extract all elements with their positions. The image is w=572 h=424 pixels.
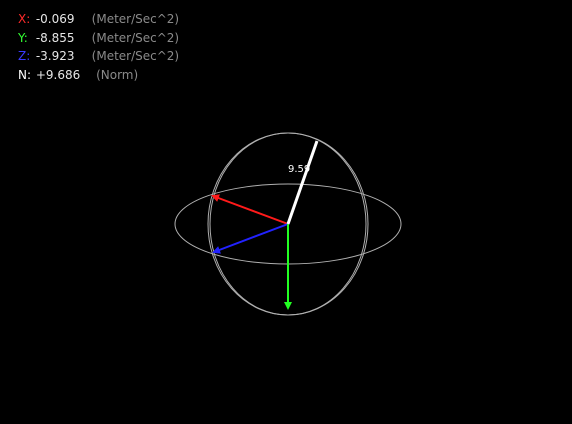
accelerometer-visualization: 9.59	[174, 132, 402, 316]
x-vector-arrow	[211, 194, 289, 225]
norm-vector-label: 9.59	[288, 164, 310, 175]
z-vector-arrow	[212, 223, 289, 254]
norm-vector-line	[286, 140, 319, 225]
